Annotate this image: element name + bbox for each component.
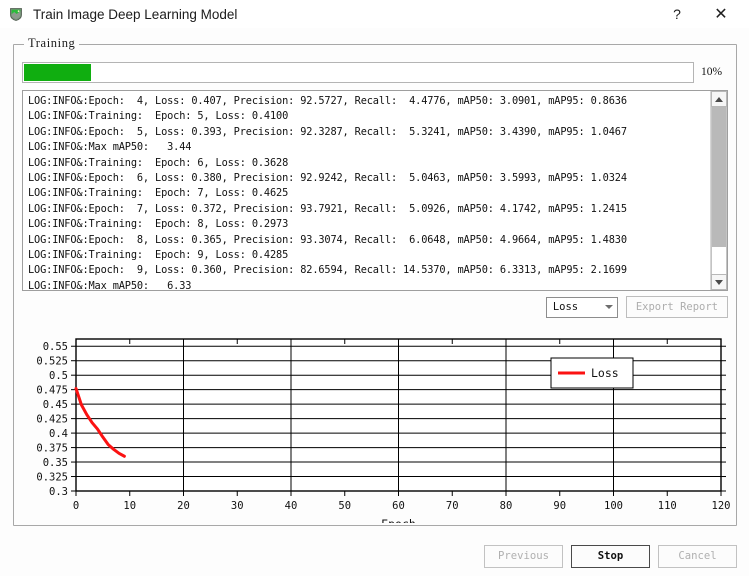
y-tick-label: 0.325: [36, 472, 68, 484]
x-axis-label: Epoch: [381, 517, 416, 523]
log-line: LOG:INFO&:Training: Epoch: 9, Loss: 0.42…: [28, 249, 289, 262]
log-line: LOG:INFO&:Training: Epoch: 5, Loss: 0.41…: [28, 110, 289, 123]
dialog-footer: Previous Stop Cancel: [0, 542, 749, 570]
export-report-button[interactable]: Export Report: [625, 296, 728, 318]
cancel-button[interactable]: Cancel: [658, 544, 737, 568]
log-line: LOG:INFO&:Training: Epoch: 8, Loss: 0.29…: [28, 218, 289, 231]
scroll-up-arrow-icon[interactable]: [711, 91, 727, 107]
x-tick-label: 0: [73, 500, 79, 512]
x-tick-label: 20: [177, 500, 190, 512]
training-group-title: Training: [24, 36, 80, 51]
y-tick-label: 0.4: [49, 428, 68, 440]
x-tick-label: 30: [231, 500, 244, 512]
y-tick-label: 0.375: [36, 443, 68, 455]
legend-label-loss: Loss: [591, 366, 619, 380]
log-line: LOG:INFO&:Max mAP50: 6.33: [28, 279, 192, 290]
x-tick-label: 100: [604, 500, 623, 512]
y-tick-label: 0.55: [43, 341, 68, 353]
y-tick-label: 0.475: [36, 385, 68, 397]
train-model-dialog: Train Image Deep Learning Model ? ✕ Trai…: [0, 0, 749, 576]
stop-button[interactable]: Stop: [571, 544, 650, 568]
y-tick-label: 0.45: [43, 399, 68, 411]
scroll-down-arrow-icon[interactable]: [711, 274, 727, 290]
progress-row: 10%: [22, 61, 728, 83]
log-line: LOG:INFO&:Epoch: 7, Loss: 0.372, Precisi…: [28, 202, 627, 215]
log-line: LOG:INFO&:Epoch: 5, Loss: 0.393, Precisi…: [28, 125, 627, 138]
y-tick-label: 0.35: [43, 457, 68, 469]
metric-select[interactable]: Loss: [545, 296, 618, 318]
y-tick-label: 0.425: [36, 414, 68, 426]
log-scrollbar[interactable]: [710, 91, 727, 290]
log-line: LOG:INFO&:Training: Epoch: 7, Loss: 0.46…: [28, 187, 289, 200]
chevron-down-icon: [604, 305, 613, 309]
log-line: LOG:INFO&:Training: Epoch: 6, Loss: 0.36…: [28, 156, 289, 169]
training-group-box: Training 10% LOG:INFO&:Epoch: 4, Loss: 0…: [13, 36, 737, 526]
scrollbar-thumb[interactable]: [712, 107, 726, 248]
app-shield-icon: [8, 6, 24, 22]
log-line: LOG:INFO&:Epoch: 8, Loss: 0.365, Precisi…: [28, 233, 627, 246]
log-line: LOG:INFO&:Max mAP50: 3.44: [28, 141, 192, 154]
previous-button[interactable]: Previous: [484, 544, 563, 568]
log-line: LOG:INFO&:Epoch: 9, Loss: 0.360, Precisi…: [28, 264, 627, 277]
loss-line-chart: 0.3 0.325 0.35 0.375 0.4 0.425 0.45 0.475 0.5 0.5…: [36, 338, 731, 523]
chart-controls-row: Loss Export Report: [22, 296, 728, 318]
x-tick-label: 120: [712, 500, 731, 512]
x-tick-label: 90: [553, 500, 566, 512]
y-tick-label: 0.5: [49, 370, 68, 382]
training-log-box[interactable]: LOG:INFO&:Epoch: 4, Loss: 0.407, Precisi…: [22, 90, 728, 291]
x-tick-label: 70: [446, 500, 459, 512]
x-tick-label: 40: [285, 500, 298, 512]
window-title: Train Image Deep Learning Model: [33, 6, 238, 22]
metric-select-value: Loss: [552, 301, 579, 313]
x-tick-label: 110: [658, 500, 677, 512]
y-tick-label: 0.3: [49, 486, 68, 498]
training-chart: 0.3 0.325 0.35 0.375 0.4 0.425 0.45 0.475 0.5 0.5…: [17, 325, 735, 523]
x-tick-label: 50: [338, 500, 351, 512]
title-bar: Train Image Deep Learning Model ? ✕: [0, 0, 749, 28]
log-line: LOG:INFO&:Epoch: 6, Loss: 0.380, Precisi…: [28, 172, 627, 185]
help-button[interactable]: ?: [655, 0, 699, 28]
scrollbar-track[interactable]: [711, 107, 727, 274]
training-log-text[interactable]: LOG:INFO&:Epoch: 4, Loss: 0.407, Precisi…: [23, 91, 710, 290]
progress-bar-fill: [24, 63, 91, 81]
close-icon[interactable]: ✕: [699, 0, 743, 28]
progress-percent-label: 10%: [701, 66, 723, 78]
log-line: LOG:INFO&:Epoch: 4, Loss: 0.407, Precisi…: [28, 95, 627, 107]
x-tick-label: 60: [392, 500, 405, 512]
y-tick-label: 0.525: [36, 356, 68, 368]
training-progress-bar: [22, 61, 694, 83]
x-tick-label: 80: [500, 500, 513, 512]
x-tick-label: 10: [123, 500, 136, 512]
